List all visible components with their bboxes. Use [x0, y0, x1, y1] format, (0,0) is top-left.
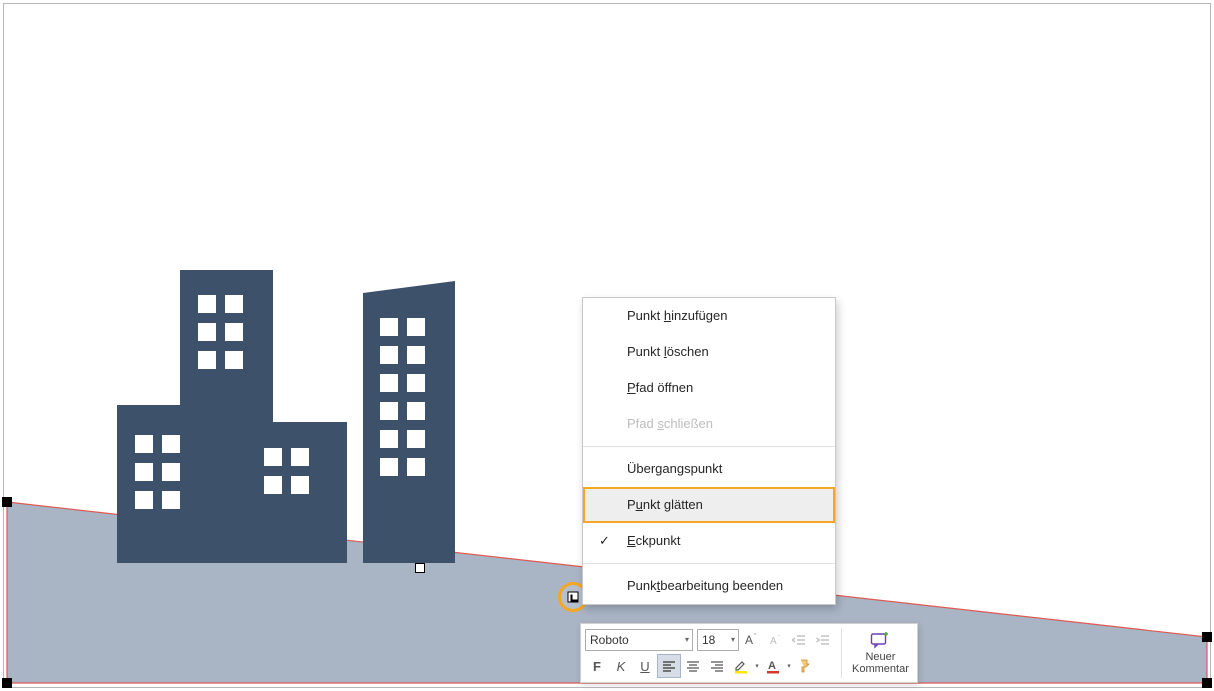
- toolbar-separator: [841, 628, 842, 678]
- chevron-down-icon: ▾: [685, 630, 689, 650]
- svg-text:A: A: [745, 633, 753, 647]
- checkmark-icon: ✓: [599, 523, 610, 559]
- point-context-menu: Punkt hinzufügen Punkt löschen Pfad öffn…: [582, 297, 836, 605]
- menu-item-add-point[interactable]: Punkt hinzufügen: [583, 298, 835, 334]
- font-name-value: Roboto: [590, 633, 629, 647]
- italic-button[interactable]: K: [609, 654, 633, 678]
- svg-text:A: A: [768, 660, 776, 672]
- highlight-color-button[interactable]: [729, 654, 753, 678]
- font-size-value: 18: [702, 633, 715, 647]
- font-name-select[interactable]: Roboto ▾: [585, 629, 693, 651]
- menu-separator: [583, 446, 835, 447]
- new-comment-label-2: Kommentar: [852, 663, 909, 675]
- anchor-point-midpoint[interactable]: [415, 563, 425, 573]
- increase-indent-button[interactable]: [811, 628, 835, 652]
- menu-item-straight-point[interactable]: Punkt glätten: [583, 487, 835, 523]
- font-size-select[interactable]: 18 ▾: [697, 629, 739, 651]
- decrease-font-size-button[interactable]: Aˇ: [763, 628, 787, 652]
- chevron-down-icon: ▾: [731, 630, 735, 650]
- menu-item-delete-point[interactable]: Punkt löschen: [583, 334, 835, 370]
- anchor-point-selected[interactable]: [568, 592, 579, 603]
- menu-separator: [583, 563, 835, 564]
- underline-button[interactable]: U: [633, 654, 657, 678]
- new-comment-label-1: Neuer: [865, 651, 895, 663]
- menu-item-open-path[interactable]: Pfad öffnen: [583, 370, 835, 406]
- svg-text:ˇ: ˇ: [778, 636, 780, 642]
- decrease-indent-button[interactable]: [787, 628, 811, 652]
- anchor-point-bottom-left[interactable]: [2, 678, 12, 688]
- anchor-point-top-left[interactable]: [2, 497, 12, 507]
- bold-button[interactable]: F: [585, 654, 609, 678]
- font-color-dropdown[interactable]: ▾: [785, 654, 793, 678]
- new-comment-icon: [870, 631, 890, 649]
- increase-font-size-button[interactable]: Aˆ: [739, 628, 763, 652]
- menu-item-close-path: Pfad schließen: [583, 406, 835, 442]
- format-painter-button[interactable]: [793, 654, 817, 678]
- anchor-point-bottom-right[interactable]: [1202, 678, 1212, 688]
- font-color-button[interactable]: A: [761, 654, 785, 678]
- align-left-button[interactable]: [657, 654, 681, 678]
- anchor-point-top-right[interactable]: [1202, 632, 1212, 642]
- highlight-color-dropdown[interactable]: ▾: [753, 654, 761, 678]
- align-center-button[interactable]: [681, 654, 705, 678]
- menu-item-corner-point[interactable]: ✓Eckpunkt: [583, 523, 835, 559]
- mini-toolbar: Roboto ▾ 18 ▾ Aˆ Aˇ F K U: [580, 623, 918, 683]
- menu-item-smooth-point[interactable]: Übergangspunkt: [583, 451, 835, 487]
- new-comment-button[interactable]: Neuer Kommentar: [846, 626, 915, 680]
- menu-item-exit-point-editing[interactable]: Punktbearbeitung beenden: [583, 568, 835, 604]
- svg-text:ˆ: ˆ: [754, 634, 757, 641]
- svg-text:A: A: [770, 636, 777, 647]
- align-right-button[interactable]: [705, 654, 729, 678]
